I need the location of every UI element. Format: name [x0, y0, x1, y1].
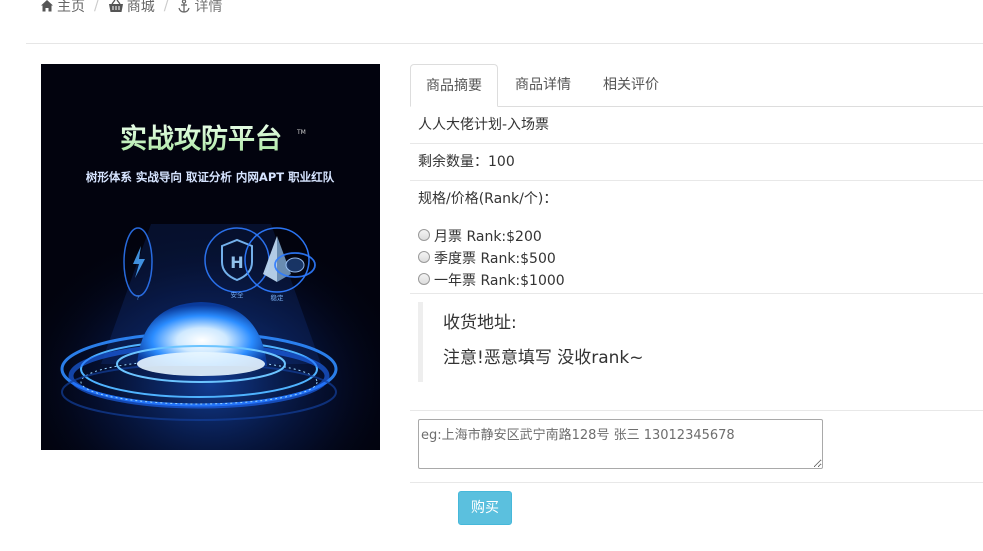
spec-option-label: 月票 Rank:$200 — [434, 229, 542, 245]
image-icon-label-1: 安全 — [231, 290, 245, 299]
breadcrumb-home-label: 主页 — [57, 0, 85, 15]
divider — [410, 410, 983, 411]
breadcrumb-mall[interactable]: 商城 — [108, 0, 155, 16]
image-icon-label-2: 稳定 — [271, 293, 285, 302]
address-input[interactable] — [418, 419, 823, 469]
divider — [410, 482, 983, 483]
spec-option-monthly[interactable]: 月票 Rank:$200 — [418, 225, 983, 247]
spec-option-label: 季度票 Rank:$500 — [434, 251, 556, 267]
home-icon — [40, 0, 54, 13]
tab-reviews[interactable]: 相关评价 — [588, 64, 674, 107]
spec-option-quarterly[interactable]: 季度票 Rank:$500 — [418, 247, 983, 269]
breadcrumb-separator: / — [163, 0, 169, 14]
radio-button[interactable] — [418, 228, 430, 241]
breadcrumb: 主页 / 商城 / 详情 — [40, 0, 222, 16]
anchor-icon — [177, 0, 191, 13]
basket-icon — [108, 0, 124, 13]
breadcrumb-detail-label: 详情 — [194, 0, 223, 15]
divider — [26, 43, 983, 44]
spec-title: 规格/价格(Rank/个)： — [418, 191, 558, 207]
radio-button[interactable] — [418, 250, 430, 263]
image-subtitle: 树形体系 实战导向 取证分析 内网APT 职业红队 — [86, 170, 335, 184]
product-stock: 剩余数量：100 — [410, 144, 983, 181]
spec-option-label: 一年票 Rank:$1000 — [434, 273, 565, 289]
product-image: 实战攻防平台 TM 树形体系 实战导向 取证分析 内网APT 职业红队 ? H … — [41, 64, 380, 450]
product-tabs: 商品摘要 商品详情 相关评价 — [410, 64, 983, 107]
address-warning: 注意!恶意填写 没收rank~ — [443, 348, 644, 368]
breadcrumb-mall-label: 商城 — [126, 0, 155, 15]
tab-details[interactable]: 商品详情 — [500, 64, 586, 107]
image-title: 实战攻防平台 — [120, 123, 282, 155]
tab-summary[interactable]: 商品摘要 — [410, 64, 498, 107]
spec-options: 月票 Rank:$200 季度票 Rank:$500 一年票 Rank:$100… — [418, 225, 983, 291]
product-name: 人人大佬计划-入场票 — [410, 107, 983, 144]
address-notice: 收货地址: 注意!恶意填写 没收rank~ — [418, 302, 978, 382]
image-badge: TM — [296, 129, 306, 136]
svg-text:?: ? — [136, 295, 139, 302]
breadcrumb-separator: / — [94, 0, 99, 14]
spec-option-yearly[interactable]: 一年票 Rank:$1000 — [418, 269, 983, 291]
breadcrumb-home[interactable]: 主页 — [40, 0, 85, 16]
svg-text:H: H — [230, 253, 243, 272]
breadcrumb-detail: 详情 — [177, 0, 222, 16]
spec-section: 规格/价格(Rank/个)： 月票 Rank:$200 季度票 Rank:$50… — [410, 181, 983, 294]
address-title: 收货地址: — [443, 313, 517, 333]
buy-button[interactable]: 购买 — [458, 491, 512, 525]
radio-button[interactable] — [418, 272, 430, 285]
